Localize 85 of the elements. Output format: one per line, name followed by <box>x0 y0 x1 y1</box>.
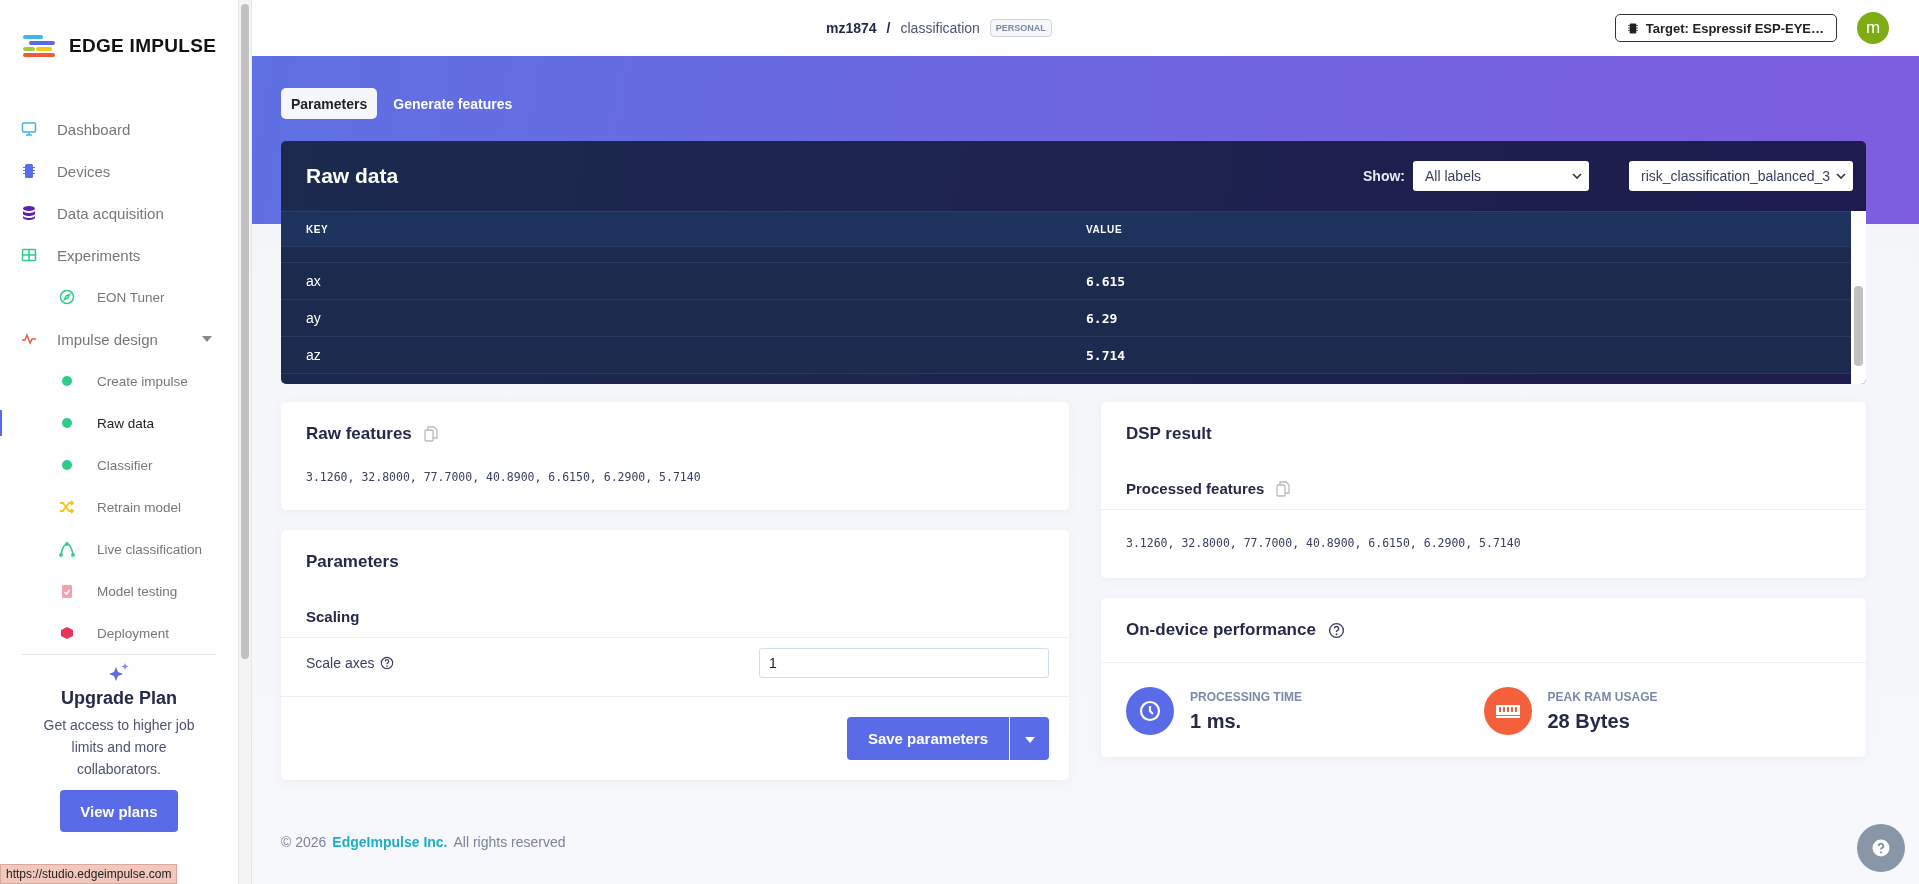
copy-icon[interactable] <box>1276 480 1291 497</box>
sample-select[interactable]: risk_classification_balanced_3 <box>1629 161 1853 191</box>
help-icon[interactable] <box>380 656 395 670</box>
nav-item[interactable]: Retrain model <box>0 486 238 528</box>
memory-icon <box>1483 687 1532 735</box>
clock-icon <box>1126 687 1174 735</box>
nav-item[interactable]: Raw data <box>0 402 238 444</box>
upgrade-text: Get access to higher job limits and more collaborators. <box>42 716 196 779</box>
card-title: Parameters <box>306 552 399 572</box>
section-title: Scaling <box>281 572 1069 638</box>
rights-text: All rights reserved <box>453 834 566 850</box>
help-icon[interactable] <box>1327 621 1345 639</box>
label-select[interactable]: All labels <box>1413 161 1589 191</box>
nav-item[interactable]: Create impulse <box>0 360 238 402</box>
metric-value: 28 Bytes <box>1547 709 1631 733</box>
dropdown-button[interactable] <box>1009 717 1049 760</box>
box-icon <box>59 625 75 641</box>
chip-icon <box>21 163 37 179</box>
card-title: DSP result <box>1126 424 1212 444</box>
logo-icon <box>21 34 57 58</box>
status-dot <box>62 460 72 470</box>
user-name[interactable]: mz1874 <box>826 20 877 36</box>
monitor-icon <box>21 121 37 137</box>
brand-name: EDGE IMPULSE <box>69 35 217 57</box>
nav-item[interactable]: EON Tuner <box>0 276 238 318</box>
field-label: Scale axes <box>306 655 375 671</box>
pulse-icon <box>21 331 37 347</box>
card-title: On-device performance <box>1126 620 1316 640</box>
status-dot <box>62 418 72 428</box>
scale-axes-field[interactable]: 1 <box>759 648 1049 678</box>
table-cell-text: 6.29 <box>1086 310 1119 326</box>
project-name: classification <box>900 20 980 36</box>
nav-item[interactable]: Deployment <box>0 612 238 654</box>
chip-icon <box>1627 21 1638 35</box>
feature-values: 3.1260, 32.8000, 77.7000, 40.8900, 6.6150, 6.2900, 5.7140 <box>1125 535 1522 552</box>
url-tooltip: https://studio.edgeimpulse.com <box>0 864 178 884</box>
shuffle-icon <box>59 499 75 515</box>
show-label: Show: <box>1363 168 1405 184</box>
nav-item[interactable]: Experiments <box>0 234 238 276</box>
card-title: Raw features <box>306 424 412 444</box>
metric-label: PEAK RAM USAGE <box>1547 689 1658 704</box>
table-cell-text: 6.615 <box>1086 273 1127 289</box>
nav-item[interactable]: Impulse design <box>0 318 238 360</box>
panel-title: Raw data <box>306 164 400 188</box>
table-cell-text: ax <box>306 273 322 289</box>
nav-item[interactable]: Live classification <box>0 528 238 570</box>
chevron-icon <box>1836 173 1846 179</box>
curve-icon <box>59 541 75 557</box>
feature-values: 3.1260, 32.8000, 77.7000, 40.8900, 6.6150, 6.2900, 5.7140 <box>305 469 702 486</box>
table-cell-text: ay <box>306 310 322 326</box>
column-header: VALUE <box>1086 223 1124 235</box>
tab[interactable]: Generate features <box>383 88 523 119</box>
company-link[interactable]: EdgeImpulse Inc. <box>332 834 448 850</box>
scrollbar[interactable] <box>238 0 252 884</box>
scrollbar[interactable] <box>1851 211 1866 384</box>
copy-icon[interactable] <box>423 426 438 442</box>
save-parameters-button[interactable]: Save parameters <box>846 717 1009 760</box>
view-plans-button[interactable]: View plans <box>60 790 178 832</box>
subsection-title: Processed features <box>1126 480 1265 497</box>
status-dot <box>62 376 72 386</box>
nav-item[interactable]: Data acquisition <box>0 192 238 234</box>
caret-icon <box>1024 737 1035 743</box>
clipboard-icon <box>59 583 75 599</box>
database-icon <box>21 205 37 221</box>
table-cell-text: 5.714 <box>1086 347 1127 363</box>
nav-item[interactable]: Dashboard <box>0 108 238 150</box>
compass-icon <box>59 289 75 305</box>
help-button[interactable] <box>1857 824 1905 872</box>
table-cell-text: az <box>306 347 322 363</box>
metric-value: 1 ms. <box>1190 709 1243 733</box>
help-icon <box>1872 839 1890 857</box>
nav-item[interactable]: Classifier <box>0 444 238 486</box>
copyright: © 2026 <box>281 834 327 850</box>
upgrade-title: Upgrade Plan <box>61 688 177 709</box>
grid-icon <box>21 247 37 263</box>
column-header: KEY <box>306 223 330 235</box>
nav-item[interactable]: Devices <box>0 150 238 192</box>
tab[interactable]: Parameters <box>281 88 378 119</box>
nav-item[interactable]: Model testing <box>0 570 238 612</box>
avatar[interactable]: m <box>1857 12 1889 44</box>
target-button[interactable]: Target: Espressif ESP-EYE… <box>1614 14 1837 42</box>
breadcrumb-separator: / <box>886 20 891 36</box>
chevron-icon <box>1572 173 1582 179</box>
metric-label: PROCESSING TIME <box>1190 689 1302 704</box>
personal-badge: PERSONAL <box>989 19 1052 37</box>
